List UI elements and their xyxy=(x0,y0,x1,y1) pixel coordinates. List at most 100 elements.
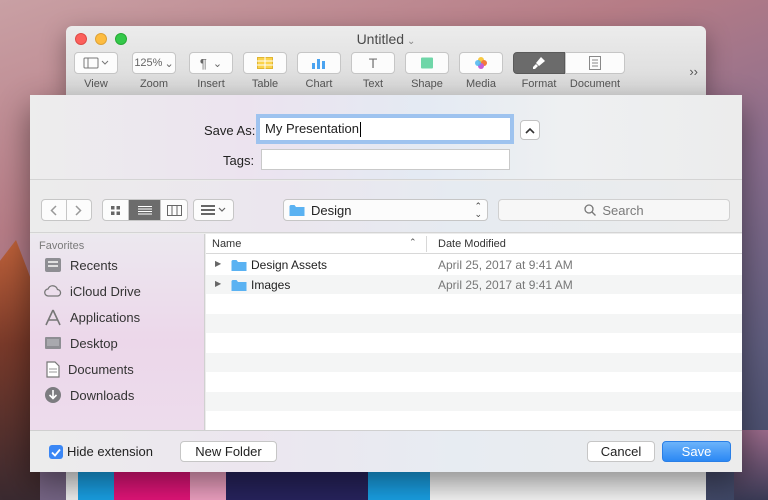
column-header-name[interactable]: Name xyxy=(212,238,241,250)
search-icon xyxy=(584,204,597,216)
toolbar-overflow-button[interactable]: ›› xyxy=(689,64,698,79)
save-as-value: My Presentation xyxy=(265,121,359,136)
arrange-icon xyxy=(200,205,225,215)
back-button[interactable] xyxy=(42,200,67,220)
sidebar-item-recents[interactable]: Recents xyxy=(44,254,118,276)
empty-row xyxy=(206,372,742,392)
list-view-button[interactable] xyxy=(129,200,161,220)
table-row[interactable]: ▶ Design Assets April 25, 2017 at 9:41 A… xyxy=(206,255,742,275)
zoom-tool[interactable]: 125% ⌄ Zoom xyxy=(132,52,176,90)
paintbrush-icon xyxy=(533,57,545,69)
save-fields: Save As: My Presentation Tags: xyxy=(30,95,742,180)
navigation-bar: Design ⌃ ⌄ Search xyxy=(30,181,742,233)
file-rows: ▶ Design Assets April 25, 2017 at 9:41 A… xyxy=(206,255,742,430)
cancel-button[interactable]: Cancel xyxy=(587,441,655,462)
view-button[interactable] xyxy=(74,52,118,74)
text-tool[interactable]: T Text xyxy=(351,52,395,90)
text-icon: T xyxy=(368,55,378,71)
file-name: Design Assets xyxy=(251,258,328,272)
sidebar-item-icloud-drive[interactable]: iCloud Drive xyxy=(44,280,141,302)
chart-button[interactable] xyxy=(297,52,341,74)
table-row[interactable]: ▶ Images April 25, 2017 at 9:41 AM xyxy=(206,274,742,294)
disclosure-triangle-icon[interactable]: ▶ xyxy=(215,279,221,288)
icon-view-button[interactable] xyxy=(103,200,129,220)
sidebar-item-downloads[interactable]: Downloads xyxy=(44,384,134,406)
insert-button[interactable]: ¶ ⌄ xyxy=(189,52,233,74)
format-tool[interactable]: Format xyxy=(513,52,565,90)
save-as-input[interactable]: My Presentation xyxy=(259,117,511,141)
sidebar-item-documents[interactable]: Documents xyxy=(44,358,134,380)
column-header-date[interactable]: Date Modified xyxy=(438,238,506,250)
shape-button[interactable] xyxy=(405,52,449,74)
document-label: Document xyxy=(569,78,621,90)
disclosure-triangle-icon[interactable]: ▶ xyxy=(215,259,221,268)
zoom-select[interactable]: 125% ⌄ xyxy=(132,52,176,74)
sidebar: Favorites Recents iCloud Drive Applicati… xyxy=(30,234,205,430)
sidebar-item-label: Desktop xyxy=(70,335,118,351)
media-tool[interactable]: Media xyxy=(459,52,503,90)
paragraph-icon: ¶ xyxy=(199,55,207,71)
new-folder-button[interactable]: New Folder xyxy=(180,441,277,462)
document-tool[interactable]: Document xyxy=(565,52,625,90)
arrange-button[interactable] xyxy=(194,200,233,220)
chart-label: Chart xyxy=(305,78,333,90)
format-label: Format xyxy=(521,78,557,90)
empty-row xyxy=(206,391,742,411)
window-title[interactable]: Untitled ⌄ xyxy=(66,31,706,47)
dialog-footer: Hide extension New Folder Cancel Save xyxy=(30,430,742,472)
forward-button[interactable] xyxy=(67,200,91,220)
collapse-button[interactable] xyxy=(520,120,540,140)
view-tool[interactable]: View xyxy=(74,52,118,90)
format-button[interactable] xyxy=(513,52,565,74)
tags-input[interactable] xyxy=(261,149,510,170)
location-popup[interactable]: Design ⌃ ⌄ xyxy=(283,199,488,221)
text-cursor xyxy=(359,122,361,138)
media-button[interactable] xyxy=(459,52,503,74)
shape-icon xyxy=(421,57,433,69)
pages-window: Untitled ⌄ View 125% ⌄ Zoom ¶ ⌄ Insert Tabl… xyxy=(66,26,706,98)
shape-tool[interactable]: Shape xyxy=(405,52,449,90)
arrange-control xyxy=(193,199,234,221)
table-button[interactable] xyxy=(243,52,287,74)
search-field[interactable]: Search xyxy=(498,199,730,221)
file-date: April 25, 2017 at 9:41 AM xyxy=(438,277,573,292)
columns-icon xyxy=(166,204,182,216)
chevron-down-icon: ⌄ xyxy=(407,36,416,47)
chart-icon xyxy=(312,59,325,69)
hide-extension-checkbox[interactable] xyxy=(49,445,63,459)
column-view-button[interactable] xyxy=(161,200,187,220)
column-divider[interactable] xyxy=(426,236,427,252)
folder-icon xyxy=(231,260,247,271)
save-dialog: Save As: My Presentation Tags: Design ⌃ … xyxy=(30,95,742,472)
empty-row xyxy=(206,352,742,372)
save-button[interactable]: Save xyxy=(662,441,731,462)
table-icon xyxy=(257,57,273,69)
desktop-icon xyxy=(45,337,61,349)
table-tool[interactable]: Table xyxy=(243,52,287,90)
grid-icon xyxy=(111,205,120,215)
search-placeholder: Search xyxy=(602,202,644,218)
empty-row xyxy=(206,313,742,333)
empty-row xyxy=(206,411,742,430)
sort-ascending-icon: ⌃ xyxy=(409,237,417,247)
file-name: Images xyxy=(251,277,291,292)
view-mode-control xyxy=(102,199,188,221)
document-button[interactable] xyxy=(565,52,625,74)
empty-row xyxy=(206,333,742,353)
empty-row xyxy=(206,294,742,314)
sidebar-item-desktop[interactable]: Desktop xyxy=(44,332,118,354)
sidebar-item-label: Documents xyxy=(68,361,134,377)
view-label: View xyxy=(84,78,108,90)
insert-tool[interactable]: ¶ ⌄ Insert xyxy=(189,52,233,90)
hide-extension-label[interactable]: Hide extension xyxy=(67,444,153,459)
sidebar-view-icon xyxy=(83,57,109,69)
folder-icon xyxy=(289,204,305,216)
chart-tool[interactable]: Chart xyxy=(297,52,341,90)
text-label: Text xyxy=(362,78,384,90)
back-forward-control xyxy=(41,199,92,221)
chevron-left-icon xyxy=(50,204,57,216)
shape-label: Shape xyxy=(411,78,443,90)
location-label: Design xyxy=(311,202,352,218)
sidebar-item-applications[interactable]: Applications xyxy=(44,306,140,328)
text-button[interactable]: T xyxy=(351,52,395,74)
